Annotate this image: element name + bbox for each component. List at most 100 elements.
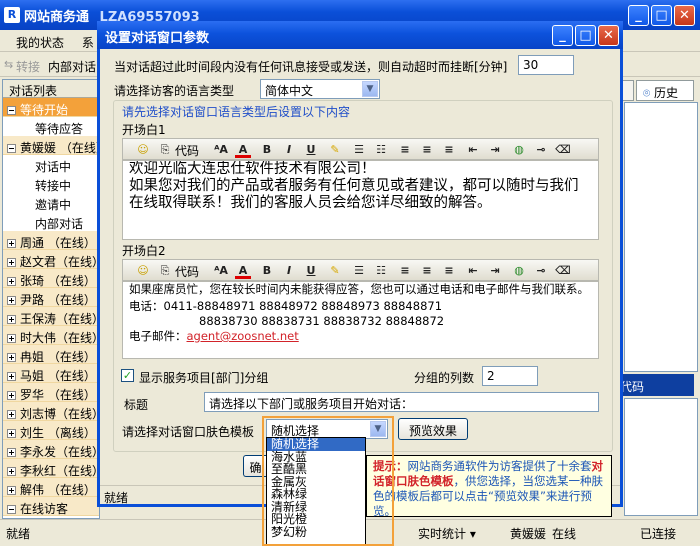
insert-link-globe-icon[interactable]: ◍ bbox=[511, 142, 527, 158]
align-left-icon[interactable]: ≡ bbox=[397, 142, 413, 158]
emoji-icon[interactable]: ☺ bbox=[135, 263, 151, 279]
eraser-icon[interactable]: ⌫ bbox=[555, 263, 571, 279]
highlight-icon[interactable]: ✎ bbox=[327, 263, 343, 279]
font-color-icon[interactable]: A bbox=[235, 263, 251, 279]
visitor-list-group[interactable]: 李永发（在线） bbox=[3, 440, 104, 459]
dialog-minimize-button[interactable]: _ bbox=[552, 25, 573, 46]
opening2-editor[interactable]: 如果座席员忙，您在较长时间内未能获得应答，您也可以通过电话和电子邮件与我们联系。… bbox=[122, 281, 599, 359]
visitor-list-group[interactable]: 周通 （在线） bbox=[3, 231, 99, 250]
menu-my-status[interactable]: 我的状态 bbox=[0, 30, 72, 51]
expand-icon[interactable] bbox=[7, 410, 16, 419]
bullet-list-icon[interactable]: ☷ bbox=[373, 142, 389, 158]
visitor-list-group[interactable]: 尹路 （在线） bbox=[3, 288, 99, 307]
transfer-button[interactable]: 转接 bbox=[16, 58, 40, 75]
align-right-icon[interactable]: ≡ bbox=[441, 263, 457, 279]
expand-icon[interactable] bbox=[7, 486, 16, 495]
underline-icon[interactable]: U bbox=[303, 142, 319, 158]
visitor-list-subitem[interactable]: 对话中 bbox=[3, 155, 99, 174]
visitor-list-group[interactable]: 张琦 （在线） bbox=[3, 269, 99, 288]
italic-icon[interactable]: I bbox=[281, 263, 297, 279]
expand-icon[interactable] bbox=[7, 353, 16, 362]
visitor-list-group[interactable]: 李秋红（在线） bbox=[3, 459, 104, 478]
font-color-icon[interactable]: A bbox=[235, 142, 251, 158]
numbered-list-icon[interactable]: ☰ bbox=[351, 263, 367, 279]
minimize-button[interactable]: _ bbox=[628, 5, 649, 26]
bold-icon[interactable]: B bbox=[259, 263, 275, 279]
font-size-icon[interactable]: ᴬA bbox=[213, 142, 229, 158]
outdent-icon[interactable]: ⇤ bbox=[465, 263, 481, 279]
italic-icon[interactable]: I bbox=[281, 142, 297, 158]
expand-icon[interactable] bbox=[7, 334, 16, 343]
insert-link-globe-icon[interactable]: ◍ bbox=[511, 263, 527, 279]
highlight-icon[interactable]: ✎ bbox=[327, 142, 343, 158]
collapse-icon[interactable] bbox=[7, 144, 16, 153]
close-button[interactable]: ✕ bbox=[674, 5, 695, 26]
visitor-list-group[interactable]: 等待开始 bbox=[3, 98, 99, 117]
show-service-checkbox[interactable]: ✓ bbox=[121, 369, 134, 382]
dialog-close-button[interactable]: ✕ bbox=[598, 25, 619, 46]
eraser-icon[interactable]: ⌫ bbox=[555, 142, 571, 158]
code-icon[interactable]: ⎘ bbox=[157, 142, 173, 158]
tab-history[interactable]: ⌾ 历史 bbox=[636, 80, 694, 101]
emoji-icon[interactable]: ☺ bbox=[135, 142, 151, 158]
font-size-icon[interactable]: ᴬA bbox=[213, 263, 229, 279]
code-button[interactable]: 代码 bbox=[175, 142, 199, 159]
chat-input-area[interactable] bbox=[624, 398, 698, 516]
numbered-list-icon[interactable]: ☰ bbox=[351, 142, 367, 158]
collapse-icon[interactable] bbox=[7, 106, 16, 115]
align-right-icon[interactable]: ≡ bbox=[441, 142, 457, 158]
visitor-list-group[interactable]: 罗华 （在线） bbox=[3, 383, 99, 402]
opening1-editor[interactable]: 欢迎光临大连忠仕软件技术有限公司！ 如果您对我们的产品或者服务有任何意见或者建议… bbox=[122, 160, 599, 240]
internal-chat-button[interactable]: 内部对话 bbox=[48, 58, 96, 75]
expand-icon[interactable] bbox=[7, 372, 16, 381]
visitor-list-group[interactable]: 马姐 （在线） bbox=[3, 364, 99, 383]
code-button[interactable]: 代码 bbox=[175, 263, 199, 280]
realtime-stats-button[interactable]: 实时统计 ▾ bbox=[418, 525, 476, 542]
chevron-down-icon[interactable]: ▼ bbox=[362, 81, 378, 97]
heading-input[interactable]: 请选择以下部门或服务项目开始对话： bbox=[204, 392, 599, 412]
expand-icon[interactable] bbox=[7, 277, 16, 286]
visitor-list-group[interactable]: 解伟 （在线） bbox=[3, 478, 99, 497]
visitor-list-group[interactable]: 冉姐 （在线） bbox=[3, 345, 99, 364]
visitor-list-subitem[interactable]: 邀请中 bbox=[3, 193, 99, 212]
expand-icon[interactable] bbox=[7, 391, 16, 400]
expand-icon[interactable] bbox=[7, 258, 16, 267]
visitor-list-subitem[interactable]: 转接中 bbox=[3, 174, 99, 193]
outdent-icon[interactable]: ⇤ bbox=[465, 142, 481, 158]
group-cols-input[interactable]: 2 bbox=[482, 366, 538, 386]
expand-icon[interactable] bbox=[7, 315, 16, 324]
align-center-icon[interactable]: ≡ bbox=[419, 263, 435, 279]
indent-icon[interactable]: ⇥ bbox=[487, 263, 503, 279]
visitor-list-group[interactable]: 在线访客 bbox=[3, 497, 99, 516]
code-icon[interactable]: ⎘ bbox=[157, 263, 173, 279]
link-icon[interactable]: ⊸ bbox=[533, 142, 549, 158]
maximize-button[interactable]: □ bbox=[651, 5, 672, 26]
indent-icon[interactable]: ⇥ bbox=[487, 142, 503, 158]
visitor-list-group[interactable]: 刘志博（在线） bbox=[3, 402, 104, 421]
align-center-icon[interactable]: ≡ bbox=[419, 142, 435, 158]
dialog-maximize-button[interactable]: □ bbox=[575, 25, 596, 46]
visitor-list-group[interactable]: 时大伟（在线） bbox=[3, 326, 104, 345]
visitor-list-group[interactable]: 王保涛（在线） bbox=[3, 307, 104, 326]
expand-icon[interactable] bbox=[7, 296, 16, 305]
visitor-list-group[interactable]: 赵文君（在线） bbox=[3, 250, 104, 269]
collapse-icon[interactable] bbox=[7, 505, 16, 514]
language-select[interactable]: 简体中文 ▼ bbox=[260, 79, 380, 99]
email-link[interactable]: agent@zoosnet.net bbox=[187, 329, 299, 343]
link-icon[interactable]: ⊸ bbox=[533, 263, 549, 279]
visitor-list-subitem[interactable]: 内部对话 bbox=[3, 212, 99, 231]
preview-button[interactable]: 预览效果 bbox=[398, 418, 468, 440]
expand-icon[interactable] bbox=[7, 239, 16, 248]
bullet-list-icon[interactable]: ☷ bbox=[373, 263, 389, 279]
expand-icon[interactable] bbox=[7, 467, 16, 476]
expand-icon[interactable] bbox=[7, 429, 16, 438]
visitor-list-group[interactable]: 黄媛媛 （在线） bbox=[3, 136, 108, 155]
underline-icon[interactable]: U bbox=[303, 263, 319, 279]
align-left-icon[interactable]: ≡ bbox=[397, 263, 413, 279]
visitor-list-group[interactable]: 刘生 （离线） bbox=[3, 421, 99, 440]
visitor-list-item-label: 等待开始 bbox=[20, 103, 69, 117]
timeout-input[interactable]: 30 bbox=[518, 55, 574, 75]
bold-icon[interactable]: B bbox=[259, 142, 275, 158]
expand-icon[interactable] bbox=[7, 448, 16, 457]
visitor-list-subitem[interactable]: 等待应答 bbox=[3, 117, 99, 136]
